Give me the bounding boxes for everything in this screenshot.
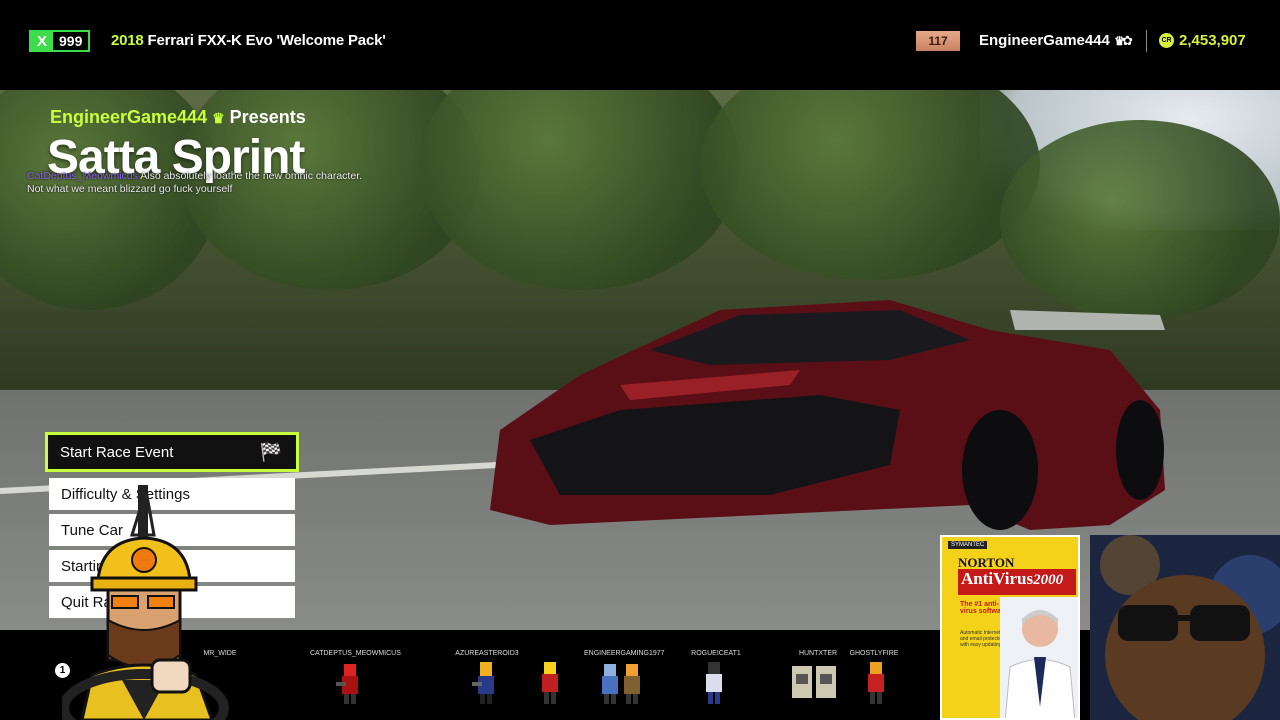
xp-x-icon: X [31,32,53,50]
viewer-name: AZUREASTEROID3 [455,650,519,657]
webcam-feed [1090,535,1280,720]
engineer-mascot [62,485,229,720]
credits-icon: CR [1159,33,1174,48]
presenter-name: EngineerGame444 [50,107,208,127]
badge-icon: ✿ [1122,33,1133,48]
top-bar: X 999 2018 Ferrari FXX-K Evo 'Welcome Pa… [0,0,1280,90]
xp-level: 999 [59,33,83,49]
menu-item-label: Start Race Event [60,443,174,461]
divider [1146,30,1147,52]
viewer-avatar [792,666,836,698]
viewer-name: ROGUEICEAT1 [691,650,741,657]
gamertag-text: EngineerGame444 [979,32,1110,49]
antivirus-title: AntiVirus2000 [958,569,1076,595]
presents-label: Presents [229,107,306,127]
chat-message: CatDeptus_Meowmicus Also absolutely loat… [27,170,367,196]
viewer-avatar [624,664,640,704]
event-presenter: EngineerGame444 ♛ Presents [50,107,306,128]
symantec-logo: SYMANTEC [948,541,988,549]
viewer-avatar [542,662,558,704]
credits-amount: 2,453,907 [1179,32,1246,49]
viewer-name: ENGINEERGAMING1977 [584,650,665,657]
car-year: 2018 [111,32,144,49]
viewer-avatar [336,664,358,704]
viewer-avatar [706,662,722,704]
chat-username: CatDeptus_Meowmicus [27,170,138,182]
gamertag: EngineerGame444 ♛ [979,32,1125,49]
rank-badge: 117 [916,31,960,51]
car-name: Ferrari FXX-K Evo 'Welcome Pack' [147,32,386,49]
car-title: 2018 Ferrari FXX-K Evo 'Welcome Pack' [111,32,386,49]
start-race-event-button[interactable]: Start Race Event 🏁 [45,432,299,472]
viewer-name: CATDEPTUS_MEOWMICUS [310,650,401,657]
crown-icon: ♛ [212,110,225,126]
tree [700,90,1040,280]
antivirus-year: 2000 [1033,572,1064,588]
antivirus-name: AntiVirus [961,569,1034,588]
viewer-avatar [868,662,884,704]
norton-antivirus-box: SYMANTEC NORTON AntiVirus2000 The #1 ant… [940,535,1080,720]
xp-level-badge: X 999 [29,30,91,52]
viewer-avatar [472,662,494,704]
doctor-photo [1000,597,1078,718]
ferrari-car [490,300,1165,530]
checkered-flag-icon: 🏁 [259,441,282,462]
tree [420,90,740,290]
viewer-name: GHOSTLYFIRE [849,650,899,657]
